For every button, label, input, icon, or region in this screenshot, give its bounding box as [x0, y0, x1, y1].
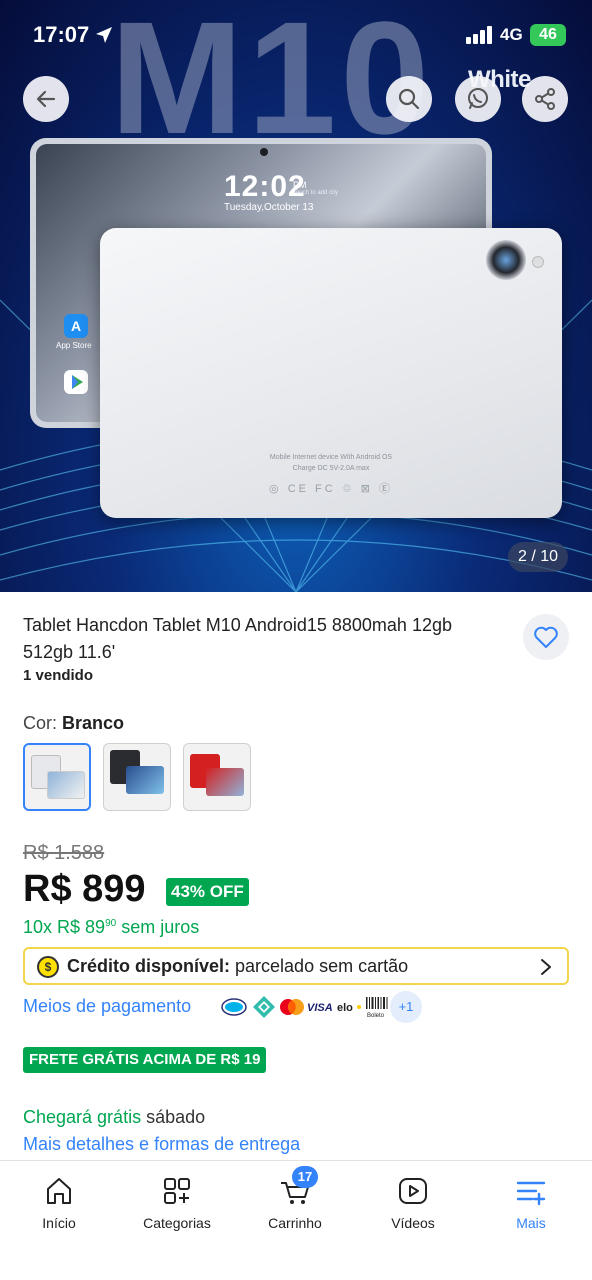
original-price: R$ 1.588: [23, 842, 105, 864]
search-button[interactable]: [386, 76, 432, 122]
app-store-label: App Store: [56, 341, 92, 350]
flash-icon: [532, 256, 544, 268]
nav-videos[interactable]: Vídeos: [354, 1161, 472, 1251]
nav-home-label: Início: [42, 1215, 76, 1231]
nav-categories-label: Categorias: [143, 1215, 211, 1231]
color-label: Cor:: [23, 713, 63, 733]
lock-screen-date: Tuesday,October 13: [224, 202, 314, 213]
tablet-back-image: Mobile Internet device With Android OS C…: [100, 228, 562, 518]
whatsapp-icon: [468, 88, 488, 109]
location-arrow-icon: [96, 27, 112, 43]
categories-icon: [164, 1178, 190, 1204]
free-shipping-badge: FRETE GRÁTIS ACIMA DE R$ 19: [23, 1047, 267, 1073]
credit-rest: parcelado sem cartão: [230, 956, 409, 976]
cart-count-badge: 17: [292, 1166, 318, 1188]
certification-marks: ◎ CE FC ♲ ⊠ Ⓔ: [269, 483, 393, 495]
color-selector-label: Cor: Branco: [23, 713, 124, 734]
credit-text: Crédito disponível: parcelado sem cartão: [67, 956, 408, 977]
variant-black-keyboard: [126, 766, 164, 794]
current-price: R$ 899: [23, 868, 146, 910]
product-image-gallery[interactable]: M10 White 12:02 PM Touch to add city Tue…: [0, 0, 592, 592]
chevron-right-icon: [541, 959, 551, 975]
product-title: Tablet Hancdon Tablet M10 Android15 8800…: [23, 615, 452, 662]
app-store-icon: A: [64, 314, 88, 338]
svg-text:elo: elo: [337, 1002, 353, 1014]
play-store-icon: [64, 370, 88, 394]
nav-more[interactable]: Mais: [472, 1161, 590, 1251]
delivery-details-link[interactable]: Mais detalhes e formas de entrega: [23, 1134, 300, 1155]
elo-icon: elo: [336, 994, 362, 1020]
variant-red-keyboard: [206, 768, 244, 796]
arrival-free: Chegará grátis: [23, 1107, 142, 1127]
back-button[interactable]: [23, 76, 69, 122]
image-counter: 2 / 10: [508, 542, 568, 572]
search-icon: [398, 88, 420, 110]
svg-text:Boleto: Boleto: [367, 1013, 385, 1019]
arrival-day: sábado: [141, 1107, 206, 1127]
color-value: Branco: [62, 713, 125, 733]
payment-methods-link[interactable]: Meios de pagamento: [23, 996, 191, 1017]
credit-bold: Crédito disponível:: [67, 956, 231, 976]
lock-screen-hint: Touch to add city: [293, 190, 339, 196]
variant-white-keyboard: [47, 771, 85, 799]
heart-icon: [534, 626, 558, 648]
status-bar: 17:07 4G 46: [0, 0, 592, 70]
arrival-info: Chegará grátis sábado: [23, 1107, 205, 1128]
whatsapp-share-button[interactable]: [455, 76, 501, 122]
menu-plus-icon: [516, 1181, 546, 1206]
more-payment-methods[interactable]: +1: [390, 991, 422, 1023]
network-type: 4G: [500, 25, 523, 44]
visa-icon: VISA: [306, 994, 334, 1020]
mercado-pago-icon: [221, 994, 247, 1020]
sold-count: 1 vendido: [23, 667, 94, 684]
share-button[interactable]: [522, 76, 568, 122]
variant-white[interactable]: [23, 743, 91, 811]
mastercard-icon: [279, 994, 305, 1020]
installment-prefix: 10x R$ 89: [23, 917, 106, 937]
nav-categories[interactable]: Categorias: [118, 1161, 236, 1251]
home-icon: [47, 1178, 71, 1204]
lock-screen-ampm: PM: [293, 180, 307, 190]
svg-text:VISA: VISA: [307, 1002, 333, 1014]
nav-cart-label: Carrinho: [268, 1215, 322, 1231]
variant-red[interactable]: [183, 743, 251, 811]
discount-badge: 43% OFF: [166, 878, 249, 906]
front-camera: [260, 148, 268, 156]
nav-more-label: Mais: [516, 1215, 546, 1231]
variant-black[interactable]: [103, 743, 171, 811]
nav-home[interactable]: Início: [0, 1161, 118, 1251]
signal-icon: [466, 26, 492, 44]
back-label-line1: Mobile Internet device With Android OS: [269, 454, 393, 461]
boleto-icon: Boleto: [364, 994, 390, 1020]
battery-icon: 46: [530, 24, 566, 46]
installment-info: 10x R$ 8990 sem juros: [23, 917, 199, 938]
rear-camera: [486, 240, 526, 280]
favorite-button[interactable]: [523, 614, 569, 660]
video-icon: [399, 1178, 427, 1204]
coin-icon: $: [37, 956, 59, 978]
credit-offer-row[interactable]: $ Crédito disponível: parcelado sem cart…: [23, 947, 569, 985]
pix-icon: [251, 994, 277, 1020]
nav-videos-label: Vídeos: [391, 1215, 435, 1231]
share-icon: [535, 88, 555, 110]
back-label-line2: Charge DC 5V-2.0A max: [292, 465, 370, 472]
back-arrow-icon: [36, 90, 56, 108]
status-time: 17:07: [33, 22, 90, 47]
installment-cents: 90: [105, 918, 117, 929]
installment-suffix: sem juros: [116, 917, 200, 937]
